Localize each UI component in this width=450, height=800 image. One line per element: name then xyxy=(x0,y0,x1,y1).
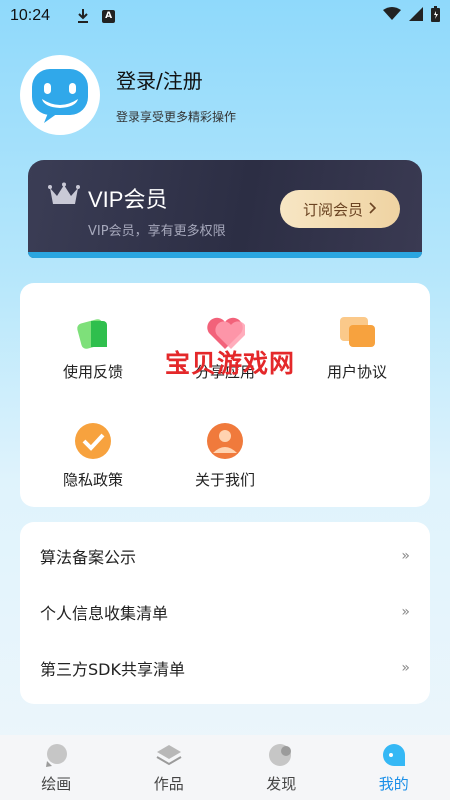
nav-label: 作品 xyxy=(153,775,184,793)
profile-chat-icon xyxy=(381,743,407,767)
chevron-double-right-icon: » xyxy=(401,604,410,620)
list-item-label: 算法备案公示 xyxy=(40,548,137,567)
list-item-sdk-sharing[interactable]: 第三方SDK共享清单 » xyxy=(20,640,430,696)
discover-icon xyxy=(268,743,294,767)
login-register-title[interactable]: 登录/注册 xyxy=(116,65,236,94)
subscribe-label: 订阅会员 xyxy=(302,200,363,219)
bottom-nav: 绘画 作品 发现 我的 xyxy=(0,735,450,800)
grid-item-privacy[interactable]: 隐私政策 xyxy=(33,421,153,490)
signal-icon xyxy=(409,7,423,25)
download-icon xyxy=(76,8,90,24)
profile-header[interactable]: 登录/注册 登录享受更多精彩操作 xyxy=(20,55,236,135)
layers-icon xyxy=(156,743,182,767)
login-subtitle: 登录享受更多精彩操作 xyxy=(116,110,237,124)
list-item-personal-info[interactable]: 个人信息收集清单 » xyxy=(20,584,430,640)
list-item-algorithm[interactable]: 算法备案公示 » xyxy=(20,528,430,584)
nav-tab-paint[interactable]: 绘画 xyxy=(0,735,113,800)
grid-label: 隐私政策 xyxy=(62,471,123,489)
chevron-double-right-icon: » xyxy=(401,660,410,676)
status-bar: 10:24 A xyxy=(0,0,450,32)
vip-subtitle: VIP会员，享有更多权限 xyxy=(88,224,226,239)
list-item-label: 第三方SDK共享清单 xyxy=(40,660,185,679)
grid-item-feedback[interactable]: 使用反馈 xyxy=(33,313,153,382)
battery-icon xyxy=(431,6,440,26)
nav-tab-mine[interactable]: 我的 xyxy=(338,735,450,800)
nav-tab-works[interactable]: 作品 xyxy=(113,735,226,800)
a-icon: A xyxy=(102,9,116,23)
chevron-right-icon xyxy=(369,200,377,218)
vip-title: VIP会员 xyxy=(88,187,168,212)
vip-card[interactable]: VIP会员 VIP会员，享有更多权限 订阅会员 xyxy=(28,160,422,258)
chat-icon xyxy=(337,313,377,353)
list-item-label: 个人信息收集清单 xyxy=(40,604,169,623)
grid-label: 用户协议 xyxy=(326,363,387,381)
grid-label: 使用反馈 xyxy=(62,363,123,381)
shield-check-icon xyxy=(73,421,113,461)
avatar[interactable] xyxy=(20,55,100,135)
nav-label: 发现 xyxy=(266,775,297,793)
grid-label: 关于我们 xyxy=(194,471,255,489)
nav-label: 绘画 xyxy=(41,775,72,793)
feature-grid: 使用反馈 分享应用 用户协议 隐私政策 关于我们 xyxy=(20,283,430,507)
nav-tab-discover[interactable]: 发现 xyxy=(225,735,338,800)
watermark-text: 宝贝游戏网 xyxy=(165,349,296,378)
person-icon xyxy=(205,421,245,461)
crown-icon xyxy=(48,182,80,208)
chevron-double-right-icon: » xyxy=(401,548,410,564)
grid-item-user-agreement[interactable]: 用户协议 xyxy=(297,313,417,382)
status-time: 10:24 xyxy=(10,7,51,24)
wifi-icon xyxy=(383,7,401,25)
info-list: 算法备案公示 » 个人信息收集清单 » 第三方SDK共享清单 » xyxy=(20,522,430,704)
nav-label: 我的 xyxy=(378,775,409,793)
feedback-icon xyxy=(73,313,113,353)
grid-item-about[interactable]: 关于我们 xyxy=(165,421,285,490)
subscribe-button[interactable]: 订阅会员 xyxy=(280,190,400,228)
paint-icon xyxy=(43,743,69,767)
